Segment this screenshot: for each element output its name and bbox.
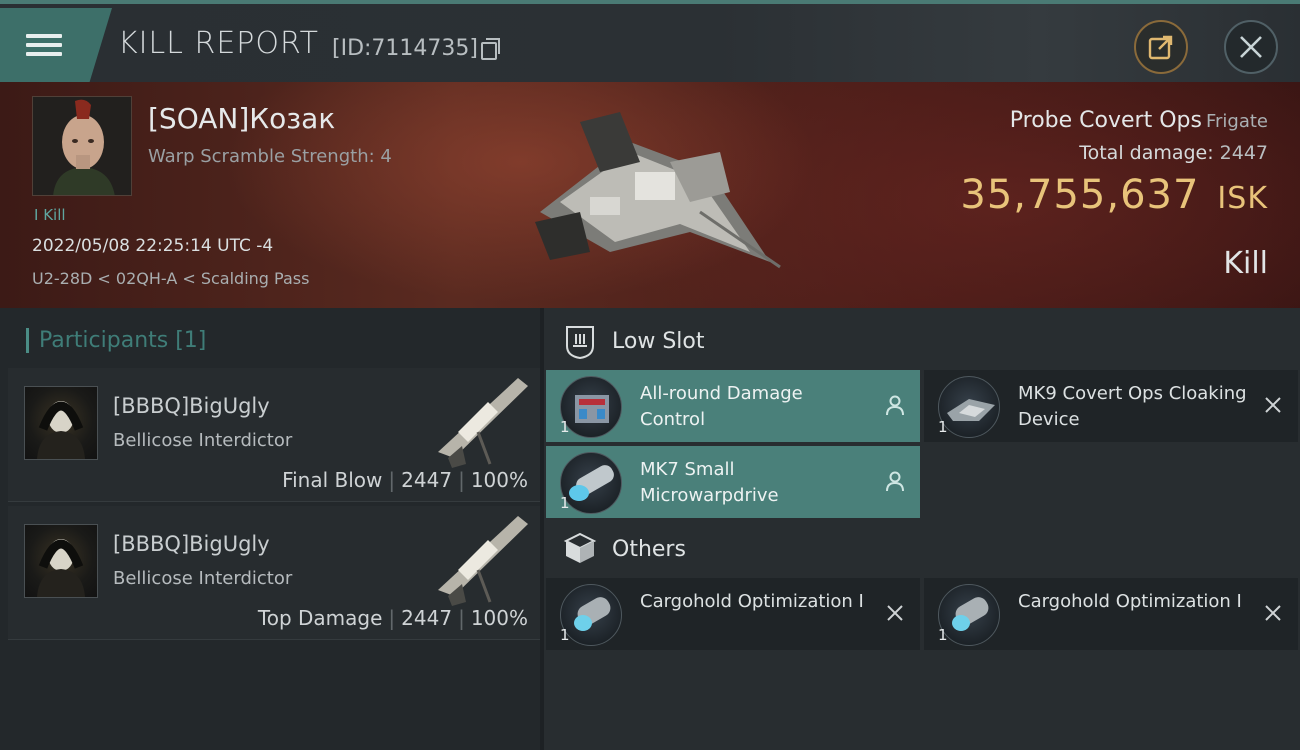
item-name: MK7 Small Microwarpdrive bbox=[640, 459, 779, 506]
participant-role: Final Blow bbox=[282, 468, 383, 492]
top-bar: KILL REPORT [ID:7114735] bbox=[0, 0, 1300, 82]
participant-damage: 2447 bbox=[401, 606, 453, 630]
low-slot-title: Low Slot bbox=[612, 329, 705, 354]
participant-row[interactable]: [BBBQ]BigUgly Bellicose Interdictor Fina… bbox=[8, 368, 540, 502]
isk-unit: ISK bbox=[1217, 181, 1268, 216]
others-title: Others bbox=[612, 537, 686, 562]
participant-stats: Top Damage | 2447 | 100% bbox=[257, 606, 528, 630]
item-name: All-round Damage Control bbox=[640, 383, 803, 430]
item-quantity: 1 bbox=[938, 418, 948, 436]
participant-percent: 100% bbox=[470, 468, 528, 492]
x-icon bbox=[1265, 605, 1281, 621]
share-button[interactable] bbox=[1134, 20, 1188, 74]
copy-icon[interactable] bbox=[481, 38, 500, 60]
total-damage: Total damage: 2447 bbox=[1079, 142, 1268, 164]
victim-ship-class: Frigate bbox=[1205, 111, 1268, 132]
x-icon bbox=[887, 605, 903, 621]
participant-row[interactable]: [BBBQ]BigUgly Bellicose Interdictor Top … bbox=[8, 506, 540, 640]
items-panel: Low Slot 1 All-round Damage Control 1 MK… bbox=[544, 308, 1300, 750]
isk-value: 35,755,637 ISK bbox=[960, 172, 1268, 218]
kill-tag: I Kill bbox=[34, 206, 66, 224]
participant-avatar bbox=[24, 386, 98, 460]
person-icon bbox=[886, 471, 904, 492]
total-damage-label: Total damage: bbox=[1079, 142, 1214, 164]
report-id: [ID:7114735] bbox=[332, 36, 478, 61]
isk-amount: 35,755,637 bbox=[960, 172, 1200, 218]
participant-ship: Bellicose Interdictor bbox=[113, 430, 293, 451]
participant-ship-image bbox=[438, 378, 528, 468]
item-quantity: 1 bbox=[560, 494, 570, 512]
item-slot[interactable]: 1 Cargohold Optimization I bbox=[546, 578, 920, 650]
item-name: Cargohold Optimization I bbox=[1018, 591, 1242, 612]
kill-timestamp: 2022/05/08 22:25:14 UTC -4 bbox=[32, 236, 274, 256]
participant-percent: 100% bbox=[470, 606, 528, 630]
participant-name: [BBBQ]BigUgly bbox=[113, 394, 270, 418]
item-slot[interactable]: 1 MK7 Small Microwarpdrive bbox=[546, 446, 920, 518]
total-damage-value: 2447 bbox=[1219, 142, 1268, 164]
page-title: KILL REPORT bbox=[118, 26, 319, 61]
participant-ship-image bbox=[438, 516, 528, 606]
participants-header: Participants [1] bbox=[26, 328, 206, 353]
participant-avatar bbox=[24, 524, 98, 598]
participant-damage: 2447 bbox=[401, 468, 453, 492]
low-slot-icon bbox=[566, 326, 594, 360]
victim-ship-image bbox=[535, 112, 781, 269]
item-quantity: 1 bbox=[560, 626, 570, 644]
item-slot[interactable]: 1 MK9 Covert Ops Cloaking Device bbox=[924, 370, 1298, 442]
x-icon bbox=[1265, 397, 1281, 413]
victim-name[interactable]: [SOAN]Козак bbox=[148, 102, 335, 135]
participant-ship: Bellicose Interdictor bbox=[113, 568, 293, 589]
participant-name: [BBBQ]BigUgly bbox=[113, 532, 270, 556]
item-slot[interactable]: 1 All-round Damage Control bbox=[546, 370, 920, 442]
participant-role: Top Damage bbox=[257, 606, 383, 630]
cube-icon bbox=[563, 532, 597, 563]
share-icon bbox=[1148, 35, 1173, 60]
item-name: MK9 Covert Ops Cloaking Device bbox=[1018, 383, 1247, 430]
victim-ship-type: Probe Covert Ops Frigate bbox=[1010, 108, 1268, 133]
item-quantity: 1 bbox=[560, 418, 570, 436]
menu-button[interactable] bbox=[0, 8, 112, 82]
item-name: Cargohold Optimization I bbox=[640, 591, 864, 612]
participant-stats: Final Blow | 2447 | 100% bbox=[282, 468, 528, 492]
item-quantity: 1 bbox=[938, 626, 948, 644]
warp-scramble-strength: Warp Scramble Strength: 4 bbox=[148, 146, 392, 167]
person-icon bbox=[886, 395, 904, 416]
item-slot[interactable]: 1 Cargohold Optimization I bbox=[924, 578, 1298, 650]
portrait-image bbox=[33, 97, 131, 195]
hamburger-menu-icon bbox=[26, 29, 62, 61]
participants-panel: Participants [1] [BBBQ]BigUgly Bellicose… bbox=[0, 308, 540, 750]
victim-ship-name[interactable]: Probe Covert Ops bbox=[1010, 108, 1202, 133]
victim-avatar[interactable] bbox=[32, 96, 132, 196]
victim-banner: [SOAN]Козак Warp Scramble Strength: 4 I … bbox=[0, 82, 1300, 308]
kill-location[interactable]: U2-28D < 02QH-A < Scalding Pass bbox=[32, 269, 309, 288]
outcome-label: Kill bbox=[1223, 246, 1268, 281]
close-button[interactable] bbox=[1224, 20, 1278, 74]
close-icon bbox=[1240, 36, 1262, 58]
